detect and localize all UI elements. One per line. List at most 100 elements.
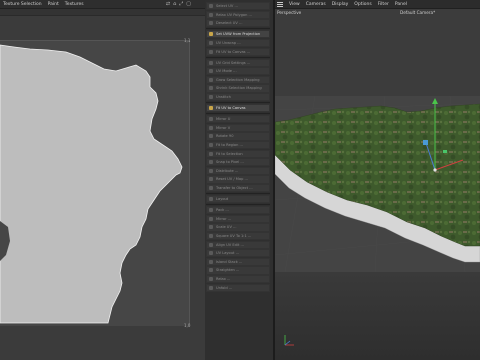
uv-canvas[interactable] [0,40,190,326]
command-item[interactable]: UV Unwrap ... [206,38,270,48]
gizmo-center[interactable] [433,168,437,172]
menu-textures[interactable]: Textures [65,2,84,7]
command-icon [209,106,213,111]
command-icon [209,208,213,213]
command-label: Fit to Selection [216,151,243,156]
command-icon [209,21,213,26]
command-panel: Select UV ... Relax UV Polygon ... Deselec… [205,0,273,360]
command-item[interactable]: Transfer to Object ... [206,184,270,193]
command-item[interactable]: Grow Selection Mapping [206,75,270,84]
uv-corner-bottom: 1,0 [184,323,191,328]
gizmo-handle-a[interactable] [423,140,428,145]
command-item[interactable]: Layout [206,195,270,204]
command-label: Mirror ... [216,216,232,221]
command-label: UV Unwrap ... [216,40,241,45]
command-item[interactable]: Square UV To 1:1 ... [206,232,270,241]
command-item[interactable]: Relax ... [206,275,270,284]
command-item[interactable]: Align UV Edit ... [206,240,270,249]
command-item[interactable]: Rotate 90 [206,132,270,141]
viewport-3d[interactable]: View Cameras Display Options Filter Pane… [275,0,480,360]
command-separator [206,56,270,58]
menu-texture-selection[interactable]: Texture Selection [3,2,42,7]
command-icon [209,251,213,256]
uv-editor-panel: Texture Selection Paint Textures ⇄ ⌂ ⤢ ▢… [0,0,205,360]
command-item[interactable]: UV Grid Settings ... [206,58,270,67]
command-item[interactable]: Fit to Selection [206,149,270,158]
command-icon [209,177,213,182]
camera-label[interactable]: Default Camera* [400,10,435,15]
uv-toolbar [0,9,205,16]
command-item[interactable]: Fit UV to Canvas [206,104,270,113]
gizmo-handle-b[interactable] [443,150,447,153]
command-item[interactable]: Deselect UV ... [206,19,270,28]
command-icon [209,168,213,173]
command-label: Layout [216,197,229,202]
command-item[interactable]: Unfold ... [206,283,270,292]
command-label: Align UV Edit ... [216,242,244,247]
command-item[interactable]: Scale UV ... [206,223,270,232]
command-item[interactable]: Fit UV to Canvas ... [206,47,270,56]
command-separator [206,113,270,115]
link-icon[interactable]: ⇄ [166,1,170,7]
command-icon [209,4,213,8]
command-icon [209,277,213,281]
vp-menu-options[interactable]: Options [354,2,371,7]
command-item[interactable]: UV Layout ... [206,249,270,258]
command-item[interactable]: Straighten ... [206,266,270,275]
command-separator [206,204,270,206]
uv-island[interactable] [0,44,183,324]
command-separator [206,102,270,104]
command-label: Unstitch [216,95,231,99]
command-item[interactable]: UV Mode ... [206,67,270,76]
camera-active-marker: * [433,10,436,15]
command-item[interactable]: Select UV ... [206,2,270,11]
command-item[interactable]: Shrink Selection Mapping [206,84,270,93]
vp-menu-filter[interactable]: Filter [378,2,389,7]
command-item[interactable]: Mirror V [206,123,270,132]
command-item[interactable]: Set UVW from Projection [206,30,270,39]
command-label: Straighten ... [216,268,240,273]
command-icon [209,125,213,130]
command-icon [209,49,213,54]
command-item[interactable]: Distribute ... [206,166,270,175]
command-icon [209,216,213,221]
command-label: UV Layout ... [216,251,240,256]
command-icon [209,32,213,37]
command-item[interactable]: Fit to Region ... [206,141,270,150]
command-label: Reset UV / Map ... [216,177,248,182]
ground-floor [275,272,480,360]
projection-label: Perspective [277,10,302,15]
command-label: Square UV To 1:1 ... [216,234,252,238]
command-icon [209,143,213,147]
command-item[interactable]: Reset UV / Map ... [206,175,270,184]
menu-paint[interactable]: Paint [48,2,59,7]
command-item[interactable]: Unstitch [206,93,270,102]
expand-icon[interactable]: ⤢ [179,1,183,7]
command-icon [209,242,213,247]
command-icon [209,95,213,99]
command-item[interactable]: Snap to Pixel ... [206,158,270,167]
command-item[interactable]: Relax UV Polygon ... [206,10,270,19]
command-icon [209,151,213,156]
vp-menu-cameras[interactable]: Cameras [306,2,326,7]
uv-island-svg [0,44,183,324]
vp-menu-display[interactable]: Display [332,2,349,7]
command-icon [209,117,213,122]
vp-menu-view[interactable]: View [289,2,300,7]
command-separator [206,193,270,195]
command-label: Island Stack ... [216,259,243,264]
command-icon [209,69,213,74]
view-icon[interactable]: ▢ [186,1,191,7]
command-icon [209,40,213,45]
command-label: Relax ... [216,277,231,281]
command-icon [209,60,213,65]
vp-menu-panel[interactable]: Panel [395,2,407,7]
command-item[interactable]: Island Stack ... [206,257,270,266]
command-item[interactable]: Mirror U [206,115,270,124]
viewport-menu-icon[interactable] [277,1,283,7]
command-item[interactable]: Pack ... [206,206,270,215]
command-icon [209,259,213,264]
home-icon[interactable]: ⌂ [173,1,176,7]
command-item[interactable]: Mirror ... [206,214,270,223]
command-label: Rotate 90 [216,134,234,139]
